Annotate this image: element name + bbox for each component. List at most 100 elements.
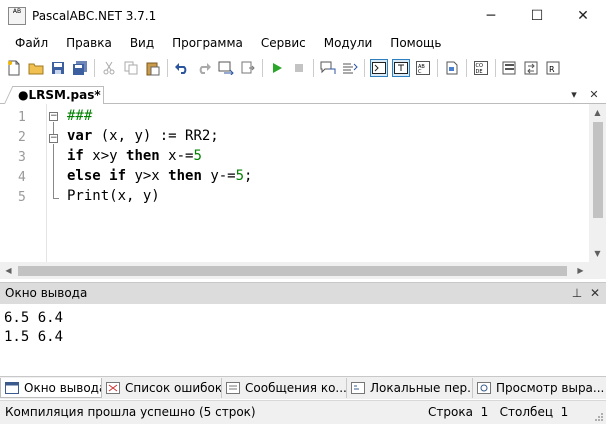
menu-help[interactable]: Помощь [381,36,450,50]
tab-error-list[interactable]: Список ошибок [102,378,222,398]
stop-icon[interactable] [290,59,308,77]
tab-label: Список ошибок [125,381,222,395]
tab-output-window[interactable]: Окно вывода [0,378,102,398]
tab-label: Локальные пер... [370,381,473,395]
menu-file[interactable]: Файл [0,36,57,50]
new-file-icon[interactable] [5,59,23,77]
watch-icon [477,382,491,394]
tab-locals[interactable]: Локальные пер... [347,378,473,398]
console-toggle-icon[interactable] [370,59,388,77]
output-panel[interactable]: 6.5 6.4 1.5 6.4 [0,305,606,377]
maximize-button[interactable]: ☐ [514,0,560,32]
editor-tab-strip: ●LRSM.pas* ▾ ✕ [0,82,606,105]
format-icon[interactable] [341,59,359,77]
compile-icon[interactable] [217,59,235,77]
scroll-thumb[interactable] [593,122,603,218]
code-token: x>y [83,148,127,164]
scroll-up-icon[interactable]: ▲ [589,104,606,121]
output-close-button[interactable]: ✕ [587,285,603,301]
scroll-right-icon[interactable]: ▶ [572,262,589,279]
toolbar-separator [466,59,467,77]
copy-icon[interactable] [122,59,140,77]
code-token: 5 [235,168,245,184]
cut-icon[interactable] [100,59,118,77]
code-token: if [109,168,127,184]
paste-icon[interactable] [144,59,162,77]
menu-modules[interactable]: Модули [315,36,382,50]
arrows-icon[interactable] [523,59,541,77]
line-number: 1 [18,110,26,125]
tab-lrsm-pas[interactable]: ●LRSM.pas* [14,86,104,105]
menu-view[interactable]: Вид [121,36,163,50]
tab-label: Просмотр выра... [496,381,605,395]
editor-vertical-scrollbar[interactable]: ▲ ▼ [589,104,606,262]
toolbar-separator [364,59,365,77]
editor-horizontal-scrollbar[interactable]: ◀ ▶ [0,262,589,279]
resize-grip-icon[interactable] [594,412,604,422]
status-bar: Компиляция прошла успешно (5 строк) Стро… [0,400,606,424]
fold-end [53,198,59,199]
text-mode-icon[interactable] [392,59,410,77]
menu-edit[interactable]: Правка [57,36,121,50]
title-bar: AB PascalABC.NET 3.7.1 ─ ☐ ✕ [0,0,606,32]
step-icon[interactable] [239,59,257,77]
scroll-left-icon[interactable]: ◀ [0,262,17,279]
scroll-thumb[interactable] [18,266,567,276]
svg-text:R: R [549,65,555,74]
code-line: Print(x, y) [67,186,252,206]
line-number: 3 [18,150,26,165]
scroll-down-icon[interactable]: ▼ [589,245,606,262]
comment-icon[interactable] [319,59,337,77]
save-icon[interactable] [49,59,67,77]
app-logo-icon: AB [8,7,26,25]
tab-compiler-messages[interactable]: Сообщения ко... [222,378,347,398]
menu-service[interactable]: Сервис [252,36,315,50]
code-token: ; [244,168,253,184]
code-token: y>x [126,168,169,184]
minimize-button[interactable]: ─ [468,0,514,32]
rec-icon[interactable]: R [545,59,563,77]
line-number: 5 [18,190,26,205]
code-line: ### [67,106,252,126]
file-view-icon[interactable] [443,59,461,77]
code-icon[interactable]: CO DE [472,59,490,77]
code-token: then [126,148,160,164]
redo-icon[interactable] [195,59,213,77]
fold-minus-icon[interactable]: − [49,134,58,143]
window-title: PascalABC.NET 3.7.1 [32,9,157,23]
tabs-icon[interactable] [501,59,519,77]
run-icon[interactable] [268,59,286,77]
save-all-icon[interactable] [71,59,89,77]
tab-watch[interactable]: Просмотр выра... [473,378,606,398]
open-folder-icon[interactable] [27,59,45,77]
bottom-tab-bar: Окно вывода Список ошибок Сообщения ко..… [0,377,606,399]
abc-icon[interactable]: AB C [414,59,432,77]
undo-icon[interactable] [173,59,191,77]
line-number-gutter: 1 2 3 4 5 [0,104,38,262]
tab-label: Окно вывода [24,380,102,395]
toolbar: AB C CO DE R [0,56,606,80]
code-token: ### [67,108,93,124]
tab-close-button[interactable]: ✕ [586,86,602,102]
locals-icon [351,382,365,394]
toolbar-separator [94,59,95,77]
close-button[interactable]: ✕ [560,0,606,32]
column-value: 1 [560,405,569,419]
tab-list-dropdown[interactable]: ▾ [566,86,582,102]
code-line: else if y>x then y-=5; [67,166,252,186]
fold-minus-icon[interactable]: − [49,112,58,121]
code-token: y-= [201,168,236,184]
toolbar-separator [437,59,438,77]
menu-program[interactable]: Программа [163,36,252,50]
column-label: Столбец [499,405,554,419]
line-number: 2 [18,130,26,145]
output-panel-title: Окно вывода [5,286,88,300]
svg-text:DE: DE [476,69,483,75]
code-token: Print(x, y) [67,188,160,204]
code-editor[interactable]: 1 2 3 4 5 − − ### var (x, y) := RR2; if x>… [0,104,606,280]
pin-icon[interactable]: ⊥ [569,285,585,301]
code-token: x-= [159,148,194,164]
code-token: then [168,168,202,184]
fold-line [53,144,54,198]
